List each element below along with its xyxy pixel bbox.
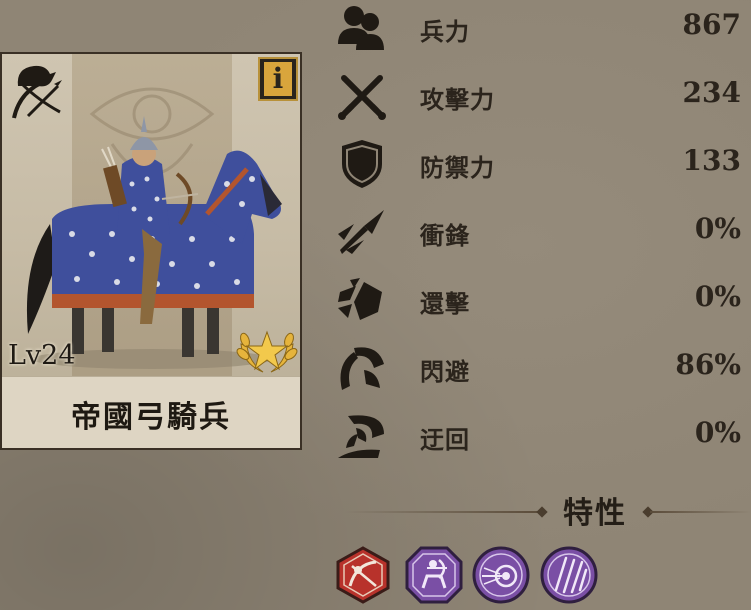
unit-name: 帝國弓騎兵 — [71, 400, 231, 435]
stat-troops: 兵力 867 — [330, 0, 751, 60]
troops-icon — [338, 6, 384, 50]
stat-value: 86% — [675, 348, 741, 381]
unit-card[interactable]: i Lv24 帝國弓騎兵 — [0, 52, 302, 450]
stat-evasion: 閃避 86% — [330, 340, 751, 400]
evasion-icon — [340, 347, 384, 390]
shield-icon — [342, 140, 382, 188]
unit-level: Lv24 — [8, 340, 76, 371]
stat-label: 防禦力 — [420, 153, 495, 182]
arrow-volley-trait-icon[interactable] — [540, 546, 598, 604]
stat-value: 0% — [694, 416, 741, 449]
stat-attack: 攻擊力 234 — [330, 68, 751, 128]
stat-label: 衝鋒 — [420, 221, 470, 250]
traits-title: 特性 — [563, 496, 627, 531]
stat-value: 0% — [694, 212, 741, 245]
traits-divider-right — [650, 511, 751, 513]
stat-label: 迂回 — [420, 425, 470, 454]
stat-flank: 迂回 0% — [330, 408, 751, 468]
stat-label: 兵力 — [420, 17, 470, 46]
target-arrow-trait-icon[interactable] — [472, 546, 530, 604]
flank-icon — [338, 415, 384, 458]
stat-label: 閃避 — [420, 357, 470, 386]
traits-divider-left — [344, 511, 540, 513]
info-button[interactable]: i — [258, 57, 298, 101]
unit-portrait: i Lv24 — [2, 54, 300, 376]
stat-value: 867 — [682, 8, 741, 41]
mounted-archer-trait-icon[interactable] — [334, 546, 392, 604]
gold-star-laurel-icon — [236, 330, 298, 373]
stat-counter: 還擊 0% — [330, 272, 751, 332]
stat-label: 還擊 — [420, 289, 470, 318]
stat-defense: 防禦力 133 — [330, 136, 751, 196]
crossed-swords-icon — [338, 75, 386, 120]
charge-spear-icon — [338, 210, 384, 254]
horse-archer-icon — [12, 65, 62, 119]
stat-value: 133 — [682, 144, 741, 177]
centaur-archer-trait-icon[interactable] — [405, 546, 463, 604]
stat-charge: 衝鋒 0% — [330, 204, 751, 264]
stat-value: 234 — [682, 76, 741, 109]
unit-name-bar: 帝國弓騎兵 — [2, 376, 300, 448]
counter-strike-icon — [338, 278, 382, 320]
stat-value: 0% — [694, 280, 741, 313]
stat-label: 攻擊力 — [420, 85, 495, 114]
info-icon: i — [264, 62, 292, 96]
